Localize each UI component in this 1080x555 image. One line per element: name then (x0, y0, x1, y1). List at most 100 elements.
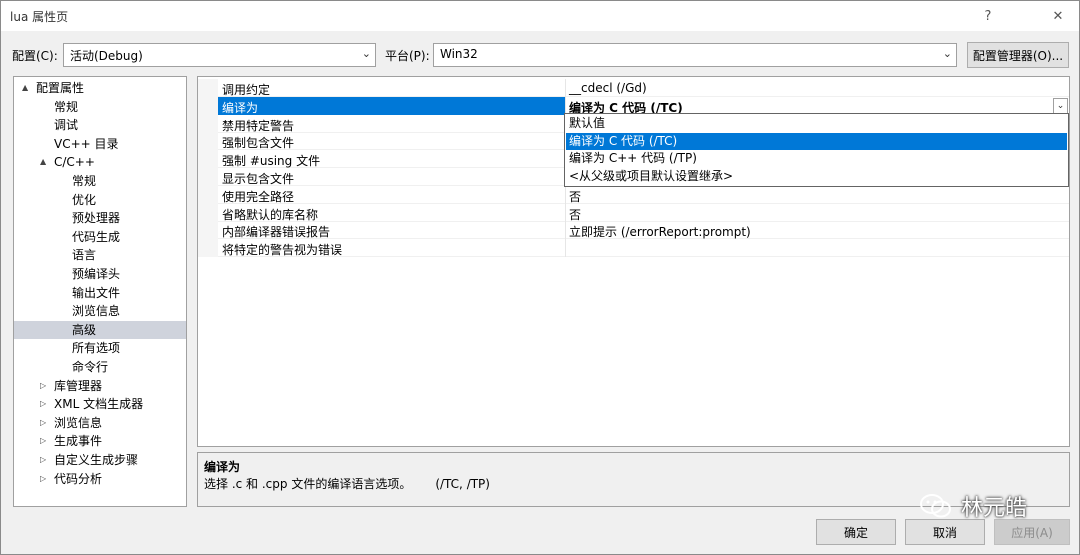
tree-item[interactable]: 预处理器 (14, 209, 186, 227)
property-name: 编译为 (222, 100, 259, 115)
tree-item-label: 优化 (72, 192, 97, 207)
tree-item-label: 预处理器 (72, 211, 121, 226)
tree-item[interactable]: 命令行 (14, 358, 186, 376)
watermark: 林元皓 (919, 491, 1069, 521)
expand-arrow-icon[interactable]: ▷ (40, 377, 46, 395)
configuration-manager-button[interactable]: 配置管理器(O)... (967, 42, 1069, 68)
property-row[interactable]: 将特定的警告视为错误 (198, 239, 1069, 258)
tree-item[interactable]: ▲ 配置属性 (14, 79, 186, 97)
column-divider (565, 203, 566, 222)
column-divider (565, 185, 566, 204)
row-gutter (198, 79, 218, 97)
tree-item-label: 浏览信息 (54, 415, 103, 430)
tree-item[interactable]: 代码生成 (14, 228, 186, 246)
description-text: 选择 .c 和 .cpp 文件的编译语言选项。 (/TC, /TP) (204, 475, 490, 492)
dropdown-option[interactable]: 编译为 C 代码 (/TC) (566, 132, 1067, 150)
tree-item-label: 自定义生成步骤 (54, 453, 139, 467)
close-button[interactable]: ✕ (1035, 1, 1080, 31)
chevron-down-icon: ⌄ (942, 47, 952, 60)
expand-arrow-icon[interactable]: ▷ (40, 414, 46, 432)
config-label: 配置(C): (12, 49, 58, 63)
compile-as-dropdown-list[interactable]: 默认值 编译为 C 代码 (/TC) 编译为 C++ 代码 (/TP) <从父级或项目… (564, 113, 1069, 187)
expand-arrow-icon[interactable]: ▷ (40, 451, 46, 469)
tree-item[interactable]: 优化 (14, 191, 186, 209)
expand-arrow-icon[interactable]: ▷ (40, 432, 46, 450)
row-gutter (198, 168, 218, 186)
property-row[interactable]: 省略默认的库名称 否 (198, 203, 1069, 223)
tree-item-label: 输出文件 (72, 285, 121, 300)
property-name: 省略默认的库名称 (222, 207, 319, 222)
row-gutter (198, 203, 218, 222)
property-name: 将特定的警告视为错误 (222, 243, 343, 258)
dropdown-option[interactable]: <从父级或项目默认设置继承> (566, 168, 1067, 185)
property-tree[interactable]: ▲ 配置属性 常规 调试 VC++ 目录 ▲ C/C++ 常规 优化 预处理器 代码生成 语言 预编译头… (13, 76, 187, 507)
apply-button[interactable]: 应用(A) (994, 519, 1070, 545)
row-gutter (198, 185, 218, 204)
tree-item[interactable]: ▷ XML 文档生成器 (14, 395, 186, 413)
tree-item[interactable]: ▲ C/C++ (14, 153, 186, 171)
tree-item[interactable]: ▷ 代码分析 (14, 470, 186, 488)
watermark-text: 林元皓 (961, 496, 1028, 521)
row-gutter (198, 114, 218, 133)
platform-select[interactable]: Win32 ⌄ (433, 43, 957, 67)
tree-item-label: 预编译头 (72, 267, 121, 281)
tree-item[interactable]: 预编译头 (14, 265, 186, 283)
platform-label: 平台(P): (385, 49, 430, 63)
property-value[interactable]: 否 (569, 188, 581, 205)
column-divider (565, 239, 566, 258)
property-row[interactable]: 使用完全路径 否 (198, 185, 1069, 205)
property-name: 禁用特定警告 (222, 118, 295, 133)
config-select[interactable]: 活动(Debug) ⌄ (63, 43, 376, 67)
tree-item[interactable]: 浏览信息 (14, 302, 186, 320)
property-row[interactable]: 调用约定 __cdecl (/Gd) (198, 79, 1069, 97)
property-value[interactable]: 立即提示 (/errorReport:prompt) (569, 223, 751, 240)
tree-item[interactable]: ▷ 库管理器 (14, 377, 186, 395)
property-name: 调用约定 (222, 83, 271, 97)
wechat-icon (920, 494, 951, 518)
column-divider (565, 221, 566, 240)
tree-item[interactable]: ▷ 浏览信息 (14, 414, 186, 432)
tree-item[interactable]: 常规 (14, 172, 186, 190)
property-value[interactable]: 否 (569, 206, 581, 223)
description-body: 选择 .c 和 .cpp 文件的编译语言选项。 (204, 477, 412, 491)
config-select-value: 活动(Debug) (70, 49, 143, 63)
tree-item-label: 代码分析 (54, 471, 103, 486)
expand-arrow-icon[interactable]: ▷ (40, 395, 46, 413)
dropdown-option[interactable]: 编译为 C++ 代码 (/TP) (566, 150, 1067, 167)
chevron-down-icon[interactable]: ⌄ (1053, 97, 1068, 114)
expand-arrow-icon[interactable]: ▷ (40, 470, 46, 488)
tree-item-label: 生成事件 (54, 434, 103, 449)
property-value[interactable]: __cdecl (/Gd) (569, 81, 647, 95)
tree-item-label: 命令行 (72, 360, 109, 374)
row-gutter (198, 132, 218, 151)
help-button[interactable]: ? (965, 1, 1011, 31)
tree-item[interactable]: VC++ 目录 (14, 135, 186, 153)
tree-item[interactable]: ▷ 生成事件 (14, 432, 186, 450)
tree-item-label: 调试 (54, 118, 79, 133)
chevron-down-icon: ⌄ (361, 47, 371, 60)
tree-item[interactable]: 调试 (14, 116, 186, 134)
selection-highlight (218, 96, 565, 115)
tree-item[interactable]: 所有选项 (14, 339, 186, 357)
tree-item-label: 库管理器 (54, 378, 103, 393)
tree-item[interactable]: 常规 (14, 98, 186, 116)
tree-item[interactable]: 输出文件 (14, 284, 186, 302)
tree-item-label: 所有选项 (72, 341, 121, 356)
dropdown-option[interactable]: 默认值 (566, 115, 1067, 132)
tree-item-label: 常规 (54, 99, 79, 114)
tree-item[interactable]: 语言 (14, 246, 186, 264)
cancel-button[interactable]: 取消 (905, 519, 985, 545)
collapse-arrow-icon[interactable]: ▲ (40, 153, 46, 171)
ok-button[interactable]: 确定 (816, 519, 896, 545)
collapse-arrow-icon[interactable]: ▲ (22, 79, 28, 97)
row-gutter (198, 239, 218, 258)
column-divider (565, 79, 566, 97)
tree-item-label: 高级 (72, 322, 97, 337)
property-name: 使用完全路径 (222, 189, 295, 204)
property-row[interactable]: 内部编译器错误报告 立即提示 (/errorReport:prompt) (198, 221, 1069, 240)
tree-item[interactable]: ▷ 自定义生成步骤 (14, 451, 186, 469)
property-name: 内部编译器错误报告 (222, 225, 331, 240)
tree-item-label: 常规 (72, 174, 97, 188)
tree-item[interactable]: 高级 (14, 320, 186, 339)
platform-select-value: Win32 (440, 47, 478, 61)
